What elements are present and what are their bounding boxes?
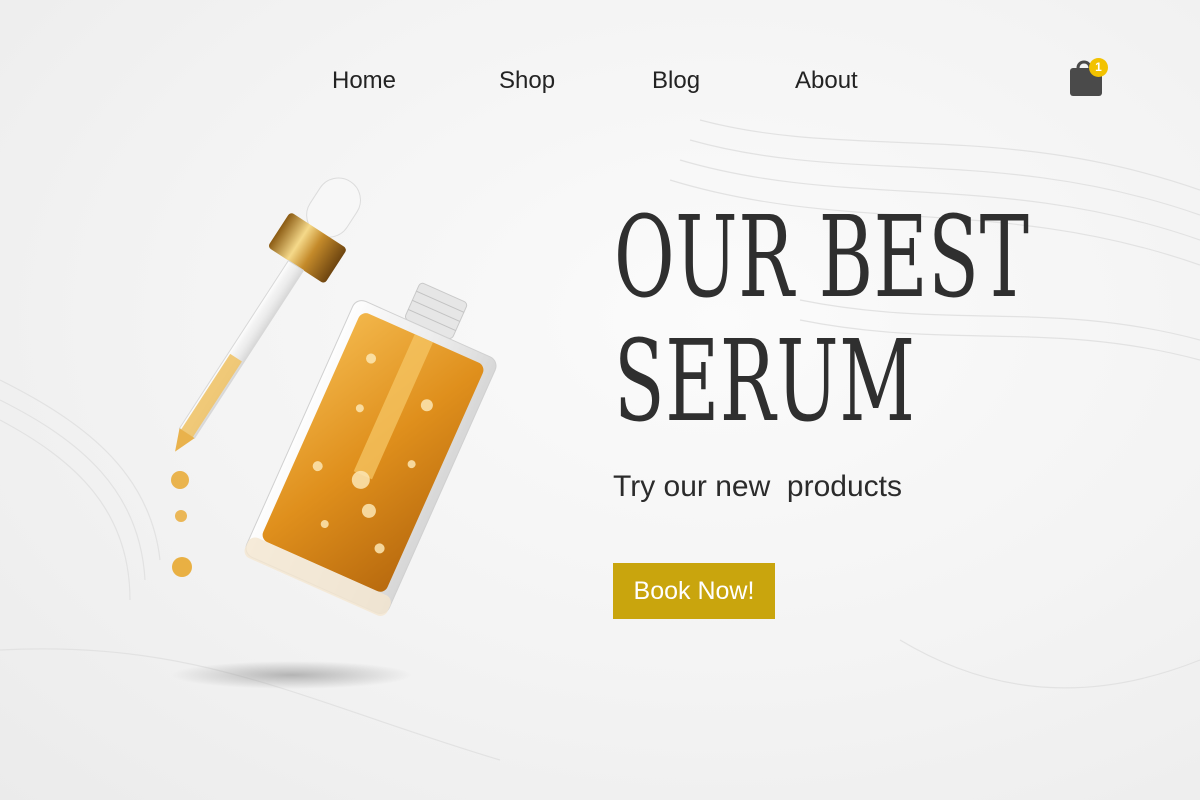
nav-item-about[interactable]: About — [795, 64, 885, 98]
hero-title-line-2: SERUM — [614, 317, 916, 447]
nav-item-shop[interactable]: Shop — [499, 64, 652, 98]
hero-subtitle: Try our new products — [613, 470, 902, 503]
hero-title: OUR BEST SERUM — [614, 196, 1030, 444]
book-now-button[interactable]: Book Now! — [613, 563, 775, 619]
nav-item-home[interactable]: Home — [332, 64, 499, 98]
cart-count-badge: 1 — [1089, 58, 1108, 77]
serum-bottle-image — [171, 177, 497, 689]
cart-button[interactable]: 1 — [1068, 56, 1108, 98]
hero-title-line-1: OUR BEST — [614, 193, 1030, 323]
nav-item-blog[interactable]: Blog — [652, 64, 795, 98]
main-nav: Home Shop Blog About — [332, 64, 885, 98]
